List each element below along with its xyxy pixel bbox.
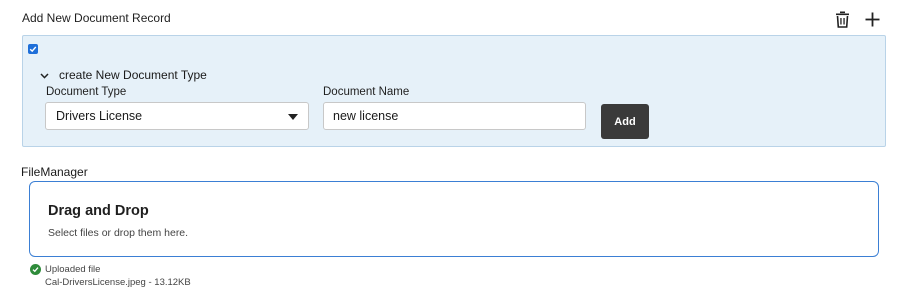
document-name-input[interactable] [323,102,586,130]
upload-status-text: Uploaded file [45,264,101,275]
uploaded-file-status: Uploaded file Cal-DriversLicense.jpeg - … [30,264,191,288]
dropzone-title: Drag and Drop [48,203,149,219]
document-type-value: Drivers License [56,109,143,123]
header-actions [832,9,882,29]
file-dropzone[interactable]: Drag and Drop Select files or drop them … [29,181,879,257]
dropzone-hint: Select files or drop them here. [48,227,189,239]
section-label: create New Document Type [59,68,207,82]
chevron-down-icon [40,68,49,82]
document-type-select[interactable]: Drivers License [45,102,309,130]
record-checkbox[interactable] [28,44,38,54]
success-check-icon [30,264,41,275]
page-title: Add New Document Record [22,11,171,25]
uploaded-file-name: Cal-DriversLicense.jpeg - 13.12KB [45,277,191,288]
document-record-panel: create New Document Type Document Type D… [22,35,886,147]
document-type-label: Document Type [46,86,127,98]
add-button[interactable]: Add [601,104,649,139]
file-manager-label: FileManager [21,165,88,179]
create-document-type-toggle[interactable]: create New Document Type [40,68,207,82]
plus-icon[interactable] [862,9,882,29]
caret-down-icon [288,109,298,123]
trash-icon[interactable] [832,9,852,29]
document-name-label: Document Name [323,86,410,98]
